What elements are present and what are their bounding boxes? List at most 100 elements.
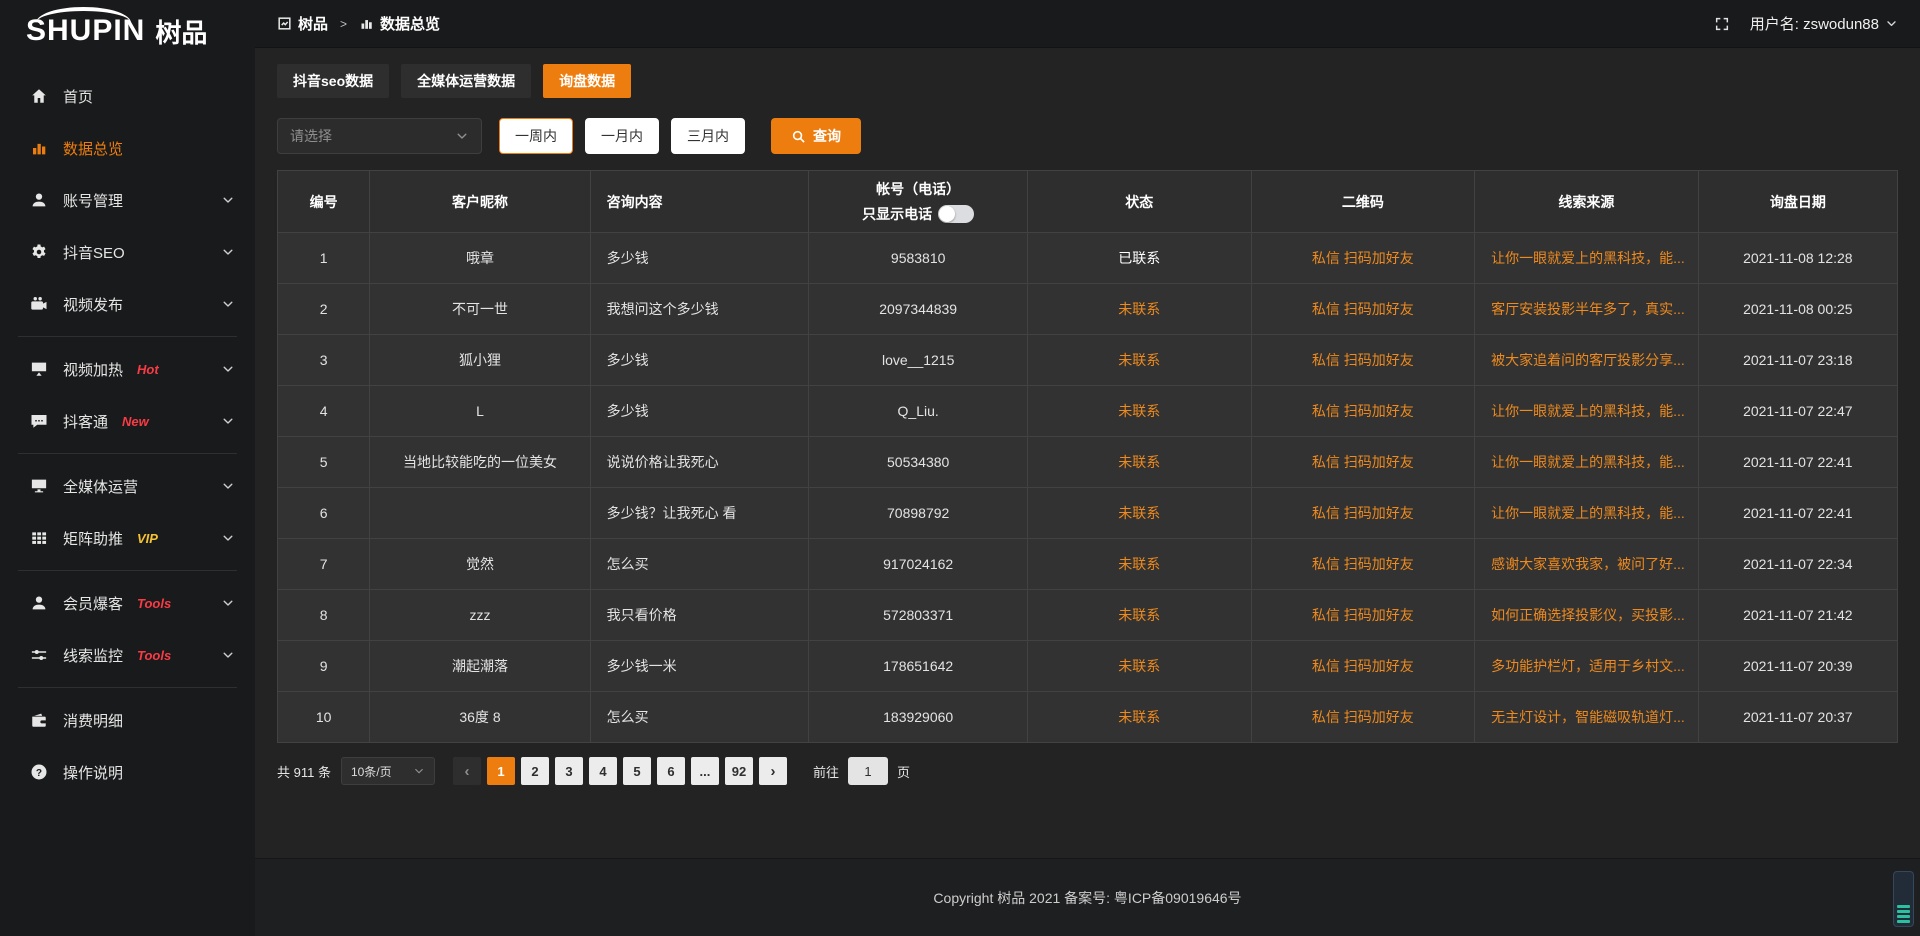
cell-date: 2021-11-07 22:34 (1698, 539, 1897, 590)
cell-qrcode-link[interactable]: 私信 扫码加好友 (1251, 335, 1475, 386)
sidebar-item-media-operation[interactable]: 全媒体运营 (0, 460, 255, 512)
page-button-92[interactable]: 92 (725, 757, 753, 785)
cell-nickname (370, 488, 590, 539)
sidebar-item-operation-guide[interactable]: ?操作说明 (0, 746, 255, 798)
cell-nickname: L (370, 386, 590, 437)
user-icon (30, 594, 48, 612)
cell-status: 未联系 (1028, 437, 1252, 488)
sidebar-item-member-baoke[interactable]: 会员爆客Tools (0, 577, 255, 629)
cell-source-link[interactable]: 被大家追着问的客厅投影分享... (1475, 335, 1699, 386)
cell-account: 9583810 (809, 233, 1028, 284)
fullscreen-icon[interactable] (1714, 16, 1730, 32)
prev-page-button[interactable]: ‹ (453, 757, 481, 785)
cell-source-link[interactable]: 让你一眼就爱上的黑科技，能... (1475, 233, 1699, 284)
cell-qrcode-link[interactable]: 私信 扫码加好友 (1251, 590, 1475, 641)
cell-status: 未联系 (1028, 386, 1252, 437)
cell-source-link[interactable]: 无主灯设计，智能磁吸轨道灯... (1475, 692, 1699, 743)
tab-1[interactable]: 全媒体运营数据 (401, 64, 531, 98)
logo-text-cn: 树品 (155, 20, 207, 46)
cell-qrcode-link[interactable]: 私信 扫码加好友 (1251, 488, 1475, 539)
page-button-4[interactable]: 4 (589, 757, 617, 785)
phone-only-toggle[interactable] (938, 205, 974, 223)
cell-source-link[interactable]: 客厅安装投影半年多了，真实... (1475, 284, 1699, 335)
cell-content: 怎么买 (590, 539, 809, 590)
chevron-down-icon (221, 596, 235, 610)
table-row: 2不可一世我想问这个多少钱2097344839未联系私信 扫码加好友客厅安装投影… (278, 284, 1898, 335)
chevron-down-icon (221, 193, 235, 207)
cell-content: 怎么买 (590, 692, 809, 743)
cell-no: 9 (278, 641, 370, 692)
username-label: 用户名: zswodun88 (1750, 13, 1879, 34)
cell-source-link[interactable]: 让你一眼就爱上的黑科技，能... (1475, 437, 1699, 488)
cell-qrcode-link[interactable]: 私信 扫码加好友 (1251, 641, 1475, 692)
cell-qrcode-link[interactable]: 私信 扫码加好友 (1251, 284, 1475, 335)
cell-date: 2021-11-08 12:28 (1698, 233, 1897, 284)
cell-qrcode-link[interactable]: 私信 扫码加好友 (1251, 692, 1475, 743)
sidebar-item-label: 账号管理 (63, 190, 123, 211)
col-account: 帐号（电话） 只显示电话 (809, 171, 1028, 233)
sidebar-item-account-manage[interactable]: 账号管理 (0, 174, 255, 226)
cell-content: 我想问这个多少钱 (590, 284, 809, 335)
cell-content: 说说价格让我死心 (590, 437, 809, 488)
sidebar-divider (18, 336, 237, 337)
user-menu[interactable]: 用户名: zswodun88 (1750, 13, 1898, 34)
query-button[interactable]: 查询 (771, 118, 861, 154)
next-page-button[interactable]: › (759, 757, 787, 785)
sidebar-menu: 首页数据总览账号管理抖音SEO视频发布视频加热Hot抖客通New 全媒体运营矩阵助… (0, 56, 255, 798)
cell-qrcode-link[interactable]: 私信 扫码加好友 (1251, 233, 1475, 284)
chevron-down-icon (221, 414, 235, 428)
cell-status: 未联系 (1028, 590, 1252, 641)
period-button-2[interactable]: 三月内 (671, 118, 745, 154)
period-button-1[interactable]: 一月内 (585, 118, 659, 154)
cell-qrcode-link[interactable]: 私信 扫码加好友 (1251, 437, 1475, 488)
breadcrumb-item-home[interactable]: 树品 (277, 13, 328, 34)
breadcrumb-label: 数据总览 (380, 13, 440, 34)
tab-0[interactable]: 抖音seo数据 (277, 64, 389, 98)
chevron-down-icon (221, 648, 235, 662)
sidebar-item-douyin-seo[interactable]: 抖音SEO (0, 226, 255, 278)
cell-source-link[interactable]: 如何正确选择投影仪，买投影... (1475, 590, 1699, 641)
cell-source-link[interactable]: 让你一眼就爱上的黑科技，能... (1475, 488, 1699, 539)
page-button-5[interactable]: 5 (623, 757, 651, 785)
period-button-0[interactable]: 一周内 (499, 118, 573, 154)
sidebar-item-consume-detail[interactable]: 消费明细 (0, 694, 255, 746)
topbar-right: 用户名: zswodun88 (1714, 13, 1898, 34)
cell-content: 多少钱一米 (590, 641, 809, 692)
page-button-3[interactable]: 3 (555, 757, 583, 785)
cell-source-link[interactable]: 感谢大家喜欢我家，被问了好... (1475, 539, 1699, 590)
sidebar-item-home[interactable]: 首页 (0, 70, 255, 122)
search-icon (791, 129, 806, 144)
page-ellipsis-button[interactable]: ... (691, 757, 719, 785)
cell-content: 我只看价格 (590, 590, 809, 641)
sidebar-divider (18, 570, 237, 571)
gear-icon (30, 243, 48, 261)
sidebar-item-matrix-boost[interactable]: 矩阵助推VIP (0, 512, 255, 564)
page-button-2[interactable]: 2 (521, 757, 549, 785)
sidebar-item-video-heat[interactable]: 视频加热Hot (0, 343, 255, 395)
sidebar-item-video-publish[interactable]: 视频发布 (0, 278, 255, 330)
tab-2[interactable]: 询盘数据 (543, 64, 631, 98)
bar-chart-icon (30, 139, 48, 157)
account-select[interactable]: 请选择 (277, 118, 482, 154)
goto-page-input[interactable]: 1 (848, 757, 888, 785)
page-button-group: 123456...92 (481, 757, 753, 785)
cell-source-link[interactable]: 让你一眼就爱上的黑科技，能... (1475, 386, 1699, 437)
cell-qrcode-link[interactable]: 私信 扫码加好友 (1251, 386, 1475, 437)
table-row: 6多少钱？让我死心 看70898792未联系私信 扫码加好友让你一眼就爱上的黑科… (278, 488, 1898, 539)
breadcrumb-separator: > (340, 17, 347, 31)
breadcrumb-item-current[interactable]: 数据总览 (359, 13, 440, 34)
cell-source-link[interactable]: 多功能护栏灯，适用于乡村文... (1475, 641, 1699, 692)
content: 抖音seo数据全媒体运营数据询盘数据 请选择 一周内一月内三月内 查询 (255, 48, 1920, 858)
copyright-text: Copyright 树品 2021 备案号: 粤ICP备09019646号 (933, 888, 1241, 908)
cell-qrcode-link[interactable]: 私信 扫码加好友 (1251, 539, 1475, 590)
bar-chart-icon (359, 16, 374, 31)
sidebar-item-doketong[interactable]: 抖客通New (0, 395, 255, 447)
sidebar-item-badge: New (122, 414, 149, 429)
sidebar-item-clue-monitor[interactable]: 线索监控Tools (0, 629, 255, 681)
page-button-6[interactable]: 6 (657, 757, 685, 785)
page-button-1[interactable]: 1 (487, 757, 515, 785)
page-size-select[interactable]: 10条/页 (341, 757, 435, 785)
sidebar-item-data-overview[interactable]: 数据总览 (0, 122, 255, 174)
table-row: 7觉然怎么买917024162未联系私信 扫码加好友感谢大家喜欢我家，被问了好.… (278, 539, 1898, 590)
period-button-group: 一周内一月内三月内 (482, 118, 745, 154)
